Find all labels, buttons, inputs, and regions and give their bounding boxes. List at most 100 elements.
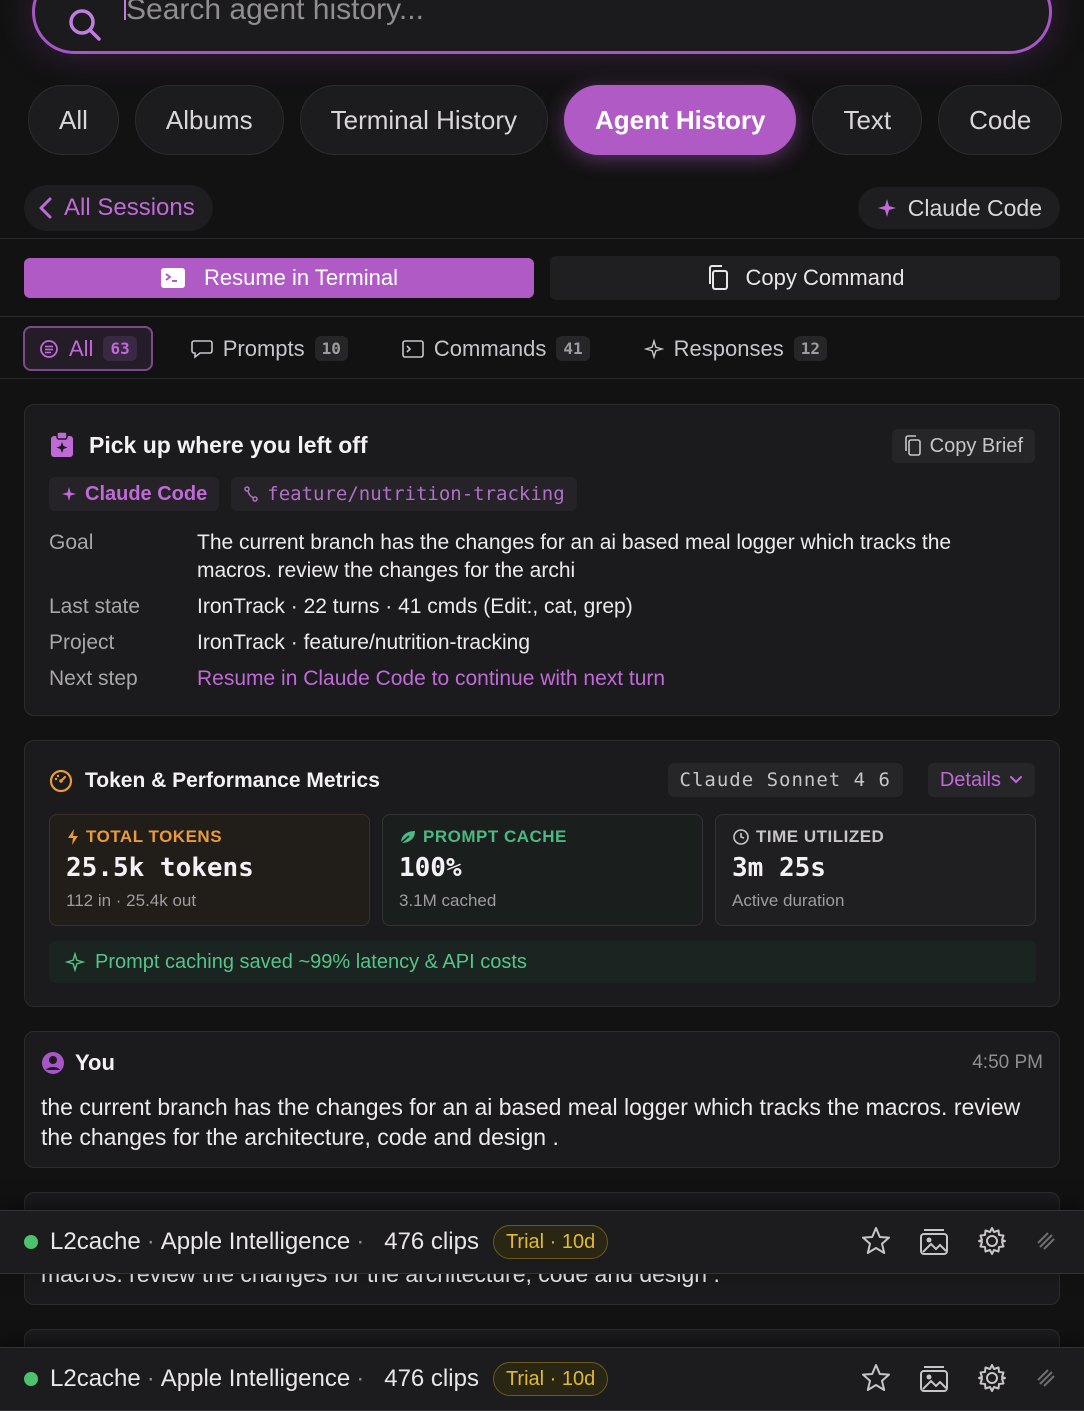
next-step-link[interactable]: Resume in Claude Code to continue with n… (197, 665, 1027, 693)
star-icon[interactable] (860, 1225, 892, 1257)
resume-label: Resume in Terminal (203, 265, 398, 290)
tab-all[interactable]: All (28, 85, 119, 155)
brief-value: IronTrack · 22 turns · 41 cmds (Edit:, c… (197, 595, 633, 618)
sparkle-icon (65, 952, 85, 972)
brief-row-next-step: Next step Resume in Claude Code to conti… (49, 665, 1027, 693)
filter-commands[interactable]: Commands 41 (386, 326, 606, 371)
agent-badge[interactable]: Claude Code (857, 187, 1060, 229)
list-icon (39, 339, 59, 359)
lightning-icon (66, 828, 80, 846)
savings-text: Prompt caching saved ~99% latency & API … (95, 950, 527, 973)
separator: · (146, 1365, 155, 1392)
star-icon[interactable] (860, 1362, 892, 1394)
brief-key: Goal (49, 531, 94, 554)
tab-text[interactable]: Text (812, 85, 923, 155)
photo-album-icon[interactable] (918, 1362, 950, 1394)
tab-code[interactable]: Code (938, 85, 1063, 155)
separator: · (356, 1228, 365, 1255)
divider (0, 316, 1084, 317)
details-label: Details (939, 768, 1001, 791)
tab-terminal-history[interactable]: Terminal History (299, 85, 548, 155)
terminal-icon (160, 267, 186, 289)
divider (0, 238, 1084, 239)
metric-label-text: PROMPT CACHE (423, 827, 567, 846)
metrics-header: Token & Performance Metrics (49, 769, 380, 793)
filter-prompts[interactable]: Prompts 10 (175, 326, 364, 371)
metric-value: 3m 25s (732, 853, 826, 883)
brief-key: Next step (49, 667, 138, 690)
filter-label: Prompts (222, 335, 305, 361)
brief-key: Project (49, 631, 115, 654)
gauge-icon (49, 769, 73, 793)
user-message-card: You 4:50 PM the current branch has the c… (24, 1031, 1060, 1168)
separator: · (356, 1365, 365, 1392)
separator: · (146, 1228, 155, 1255)
brief-row-goal: Goal The current branch has the changes … (49, 529, 1027, 585)
brief-row-last-state: Last state IronTrack · 22 turns · 41 cmd… (49, 593, 1027, 621)
branch-tag-label: feature/nutrition-tracking (267, 483, 565, 505)
details-button[interactable]: Details (927, 763, 1035, 797)
status-actions (860, 1362, 1058, 1394)
message-author: You (41, 1050, 115, 1076)
chevron-down-icon (1009, 775, 1023, 785)
brief-tags: Claude Code feature/nutrition-tracking (49, 477, 577, 511)
filter-all[interactable]: All 63 (23, 326, 153, 371)
tab-albums[interactable]: Albums (134, 85, 284, 155)
prompt-cache-box: PROMPT CACHE 100% 3.1M cached (382, 814, 703, 926)
tab-agent-history[interactable]: Agent History (563, 85, 797, 155)
filter-count: 63 (103, 336, 137, 361)
resize-handle-icon[interactable] (1034, 1229, 1058, 1253)
sparkle-icon (61, 486, 77, 502)
time-utilized-box: TIME UTILIZED 3m 25s Active duration (715, 814, 1036, 926)
leaf-icon (399, 829, 417, 845)
cache-name: L2cache (50, 1228, 141, 1255)
divider (0, 378, 1084, 379)
filter-count: 41 (556, 336, 590, 361)
clock-icon (732, 828, 750, 846)
search-icon (67, 7, 103, 43)
copy-icon (706, 264, 730, 292)
status-bar: L2cache · Apple Intelligence · 476 clips… (0, 1347, 1084, 1411)
gear-icon[interactable] (976, 1225, 1008, 1257)
category-tabs: All Albums Terminal History Agent Histor… (28, 85, 1063, 155)
copy-command-label: Copy Command (745, 265, 905, 290)
trial-badge: Trial · 10d (492, 1362, 609, 1396)
model-badge: Claude Sonnet 4 6 (667, 763, 903, 797)
metric-label-text: TOTAL TOKENS (86, 827, 223, 846)
status-dot (24, 1235, 38, 1249)
resize-handle-icon[interactable] (1034, 1366, 1058, 1390)
metrics-card: Token & Performance Metrics Claude Sonne… (24, 740, 1060, 1007)
agent-tag-label: Claude Code (85, 482, 208, 505)
brief-row-project: Project IronTrack · feature/nutrition-tr… (49, 629, 1027, 657)
sparkle-icon (643, 338, 664, 359)
message-text: the current branch has the changes for a… (41, 1094, 1021, 1150)
gear-icon[interactable] (976, 1362, 1008, 1394)
photo-album-icon[interactable] (918, 1225, 950, 1257)
metric-sub: 112 in · 25.4k out (66, 891, 197, 910)
clip-count: 476 clips (384, 1365, 479, 1392)
filter-responses[interactable]: Responses 12 (628, 326, 843, 371)
search-input[interactable] (126, 0, 926, 28)
all-sessions-button[interactable]: All Sessions (24, 185, 213, 231)
user-avatar-icon (41, 1051, 65, 1075)
sparkle-icon (876, 197, 898, 219)
copy-command-button[interactable]: Copy Command (550, 256, 1060, 300)
chat-bubble-icon (190, 339, 213, 359)
cache-name: L2cache (50, 1365, 141, 1392)
metric-sub: Active duration (732, 891, 845, 910)
metric-label: TIME UTILIZED (732, 827, 1019, 847)
provider-name: Apple Intelligence (160, 1228, 351, 1255)
agent-badge-label: Claude Code (907, 194, 1042, 221)
copy-brief-button[interactable]: Copy Brief (891, 429, 1035, 463)
filter-count: 10 (314, 336, 348, 361)
resume-in-terminal-button[interactable]: Resume in Terminal (24, 258, 534, 298)
status-dot (24, 1372, 38, 1386)
copy-icon (904, 435, 922, 457)
message-filters: All 63 Prompts 10 Commands 41 Responses … (23, 326, 843, 371)
text-caret (124, 0, 126, 20)
clipboard-sparkle-icon (49, 431, 75, 459)
brief-value: IronTrack · feature/nutrition-tracking (197, 631, 531, 654)
status-actions (860, 1225, 1058, 1257)
copy-brief-label: Copy Brief (929, 434, 1023, 457)
metric-label: TOTAL TOKENS (66, 827, 353, 847)
